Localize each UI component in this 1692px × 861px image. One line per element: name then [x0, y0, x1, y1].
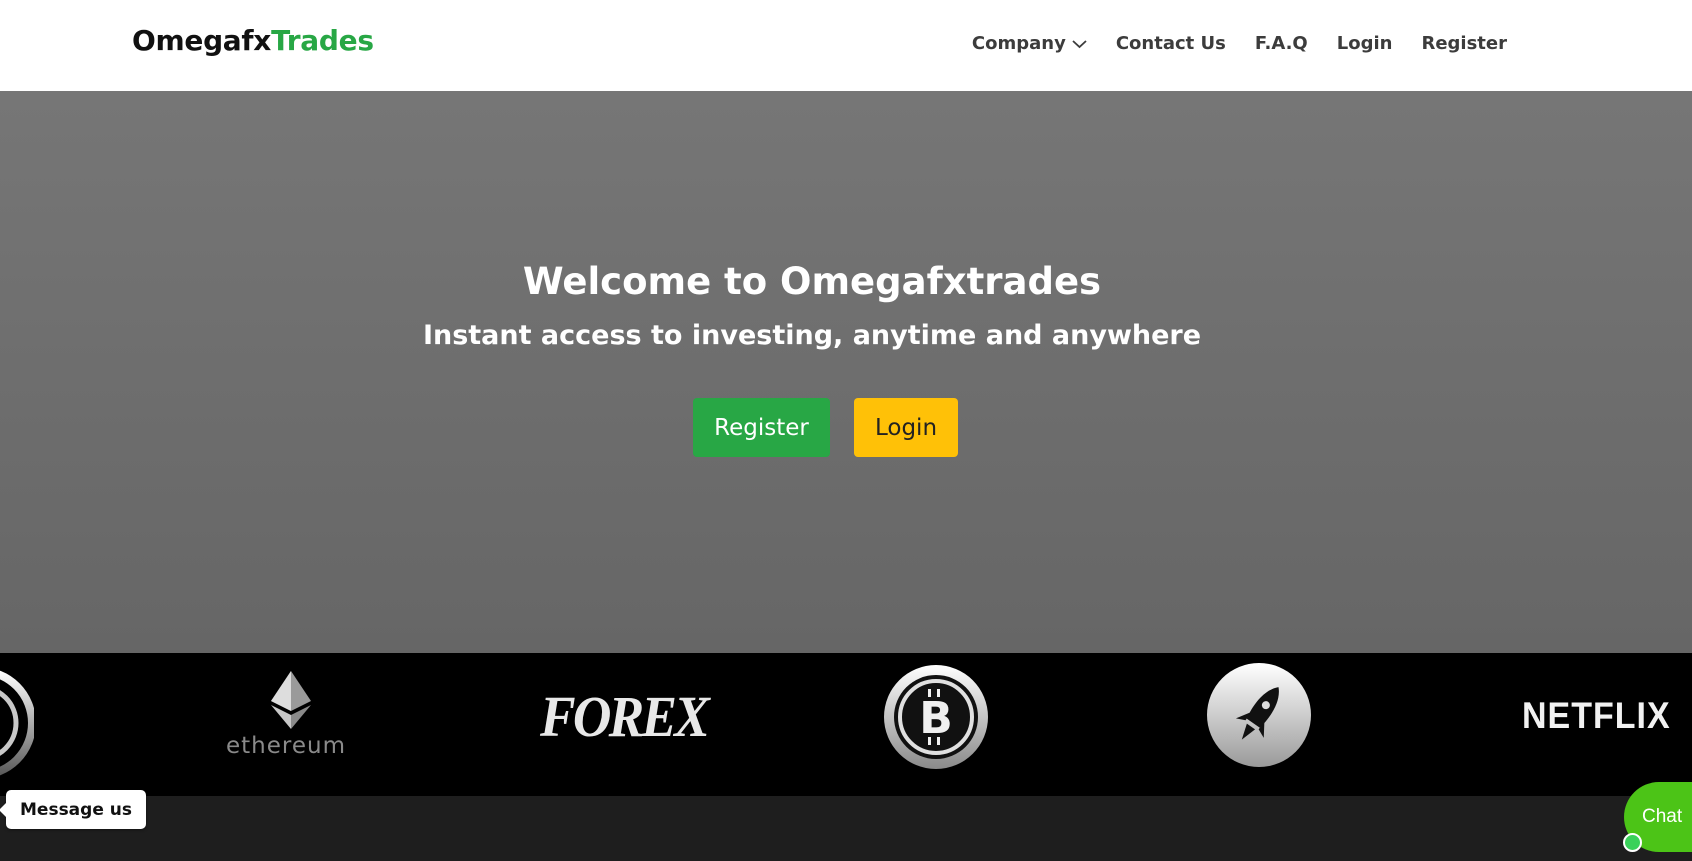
nav-register[interactable]: Register	[1421, 33, 1507, 54]
hero-section: Welcome to Omegafxtrades Instant access …	[0, 91, 1692, 653]
logo-text-primary: Omegafx	[132, 24, 272, 57]
nav-company[interactable]: Company	[972, 33, 1087, 54]
forex-wordmark: FOREX	[540, 684, 710, 749]
partial-coin-icon	[0, 670, 34, 776]
chevron-down-icon	[1072, 39, 1087, 48]
nav-contact-us[interactable]: Contact Us	[1116, 33, 1226, 54]
logo-text-accent: Trades	[271, 24, 374, 57]
nav-faq[interactable]: F.A.Q	[1255, 33, 1308, 54]
ethereum-wordmark: ethereum	[226, 733, 346, 759]
svg-text:B: B	[919, 693, 953, 744]
main-nav: Company Contact Us F.A.Q Login Register	[972, 33, 1507, 54]
footer-section	[0, 796, 1692, 861]
hero-login-button[interactable]: Login	[854, 398, 958, 457]
message-us-button[interactable]: Message us	[0, 790, 146, 829]
netflix-wordmark: NETFLIX	[1522, 695, 1671, 737]
bitcoin-icon: B	[884, 665, 988, 769]
nav-company-label: Company	[971, 33, 1066, 54]
rocket-icon	[1207, 663, 1311, 767]
hero-title: Welcome to Omegafxtrades	[522, 260, 1102, 303]
online-status-dot	[1623, 833, 1642, 852]
site-header: OmegafxTrades Company Contact Us F.A.Q L…	[0, 0, 1692, 91]
chat-label: Chat	[1642, 806, 1683, 827]
ethereum-icon	[271, 671, 311, 729]
hero-register-button[interactable]: Register	[693, 398, 830, 457]
hero-subtitle: Instant access to investing, anytime and…	[422, 320, 1202, 351]
site-logo[interactable]: OmegafxTrades	[132, 24, 374, 57]
nav-login[interactable]: Login	[1337, 33, 1393, 54]
partner-logo-strip: ethereum FOREX B NETFLIX	[0, 653, 1692, 796]
